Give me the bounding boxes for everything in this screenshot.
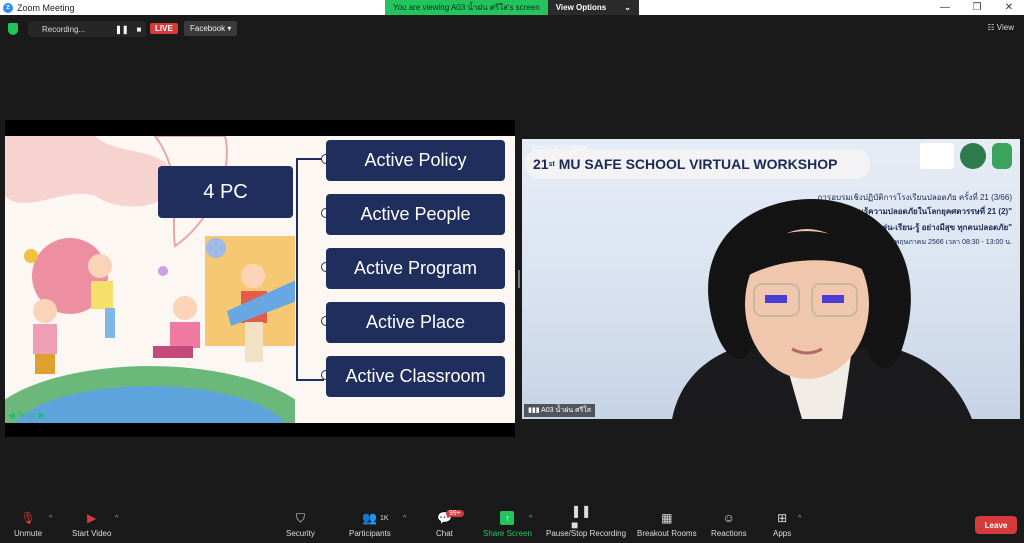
slide-controls-icon[interactable]: ◀ ✎ ▭ ▶ (8, 410, 45, 421)
chat-unread-badge: 99+ (446, 510, 464, 517)
split-divider-handle[interactable] (518, 270, 520, 288)
share-options-caret[interactable]: ^ (529, 515, 532, 522)
connector-line (296, 158, 298, 380)
start-video-button[interactable]: ▶ Start Video (72, 511, 111, 538)
meeting-toolbar: 🎙 Unmute ^ ▶ Start Video ^ ⛉ Security 👥 … (0, 503, 1024, 543)
chevron-down-icon: ⌄ (624, 3, 631, 12)
reactions-button[interactable]: ☺ Reactions (711, 511, 747, 538)
view-options-button[interactable]: View Options ⌄ (547, 0, 639, 15)
minimize-button[interactable]: — (930, 0, 960, 15)
participants-icon: 👥 (362, 511, 378, 525)
pill-active-program: Active Program (326, 248, 505, 289)
share-screen-button[interactable]: ↑ Share Screen (483, 511, 532, 538)
apps-caret[interactable]: ^ (798, 515, 801, 522)
apps-icon: ⊞ (777, 511, 788, 525)
speaker-video: Remove Spotlight 21st MU SAFE SCHOOL VIR… (522, 139, 1020, 419)
pill-active-people: Active People (326, 194, 505, 235)
live-platform-dropdown[interactable]: Facebook ▾ (184, 21, 238, 36)
breakout-grid-icon: ▦ (661, 511, 673, 525)
pause-stop-icon: ❚❚ ■ (571, 504, 592, 532)
shield-icon: ⛉ (295, 510, 305, 525)
live-badge: LIVE (150, 23, 178, 34)
participant-name-tag: ▮▮▮ A03 น้ำฝน ศรีใส (524, 404, 595, 417)
viewing-message: You are viewing A03 น้ำฝน ศรีใส's screen (385, 0, 548, 15)
close-button[interactable]: ✕ (994, 0, 1024, 15)
security-button[interactable]: ⛉ Security (286, 510, 315, 539)
video-off-icon: ▶ (87, 511, 97, 525)
stop-recording-icon[interactable]: ■ (137, 25, 142, 34)
smiley-icon: ☺ (722, 511, 735, 525)
mic-muted-icon: 🎙 (20, 511, 36, 525)
security-shield-icon (8, 23, 18, 35)
slide-title-box: 4 PC (158, 166, 293, 218)
workshop-banner: 21st MU SAFE SCHOOL VIRTUAL WORKSHOP (525, 149, 870, 179)
recording-label: Recording... (42, 24, 86, 34)
emblem-icon (960, 143, 986, 169)
pause-stop-recording-button[interactable]: ❚❚ ■ Pause/Stop Recording (546, 504, 626, 538)
view-button[interactable]: ☷ View (987, 23, 1014, 32)
maximize-button[interactable]: ❐ (962, 0, 992, 15)
shared-screen: 4 PC Active Policy Active People Active … (5, 120, 515, 437)
zoom-logo-icon: z (3, 2, 13, 13)
audio-options-caret[interactable]: ^ (49, 515, 52, 522)
hospital-logo-icon (992, 143, 1012, 169)
leave-button[interactable]: Leave (975, 516, 1017, 534)
sponsor-logos (920, 143, 1012, 169)
participants-caret[interactable]: ^ (403, 515, 406, 522)
share-banner: You are viewing A03 น้ำฝน ศรีใส's screen… (385, 0, 639, 15)
pill-active-place: Active Place (326, 302, 505, 343)
pause-recording-icon[interactable]: ❚❚ (115, 25, 128, 34)
share-screen-icon: ↑ (500, 511, 515, 525)
window-title: Zoom Meeting (17, 2, 75, 13)
participant-count: 1K (380, 515, 389, 522)
speaker-person (672, 199, 972, 419)
mahidol-logo-icon (920, 143, 954, 169)
unmute-button[interactable]: 🎙 Unmute (14, 511, 42, 538)
recording-indicator: Recording... ❚❚ ■ (28, 21, 146, 37)
apps-button[interactable]: ⊞ Apps (773, 511, 791, 538)
slide-canvas: 4 PC Active Policy Active People Active … (5, 136, 515, 423)
video-options-caret[interactable]: ^ (115, 515, 118, 522)
meeting-topbar: Recording... ❚❚ ■ LIVE Facebook ▾ ☷ View (0, 15, 1024, 43)
pill-active-classroom: Active Classroom (326, 356, 505, 397)
pill-active-policy: Active Policy (326, 140, 505, 181)
breakout-rooms-button[interactable]: ▦ Breakout Rooms (637, 511, 697, 538)
